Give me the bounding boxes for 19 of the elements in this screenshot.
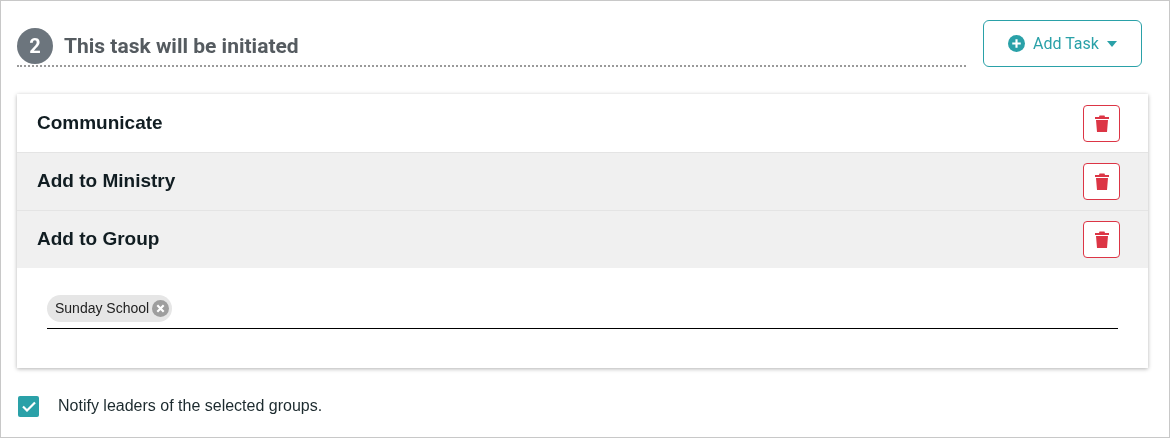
trash-icon bbox=[1094, 231, 1109, 248]
caret-icon bbox=[1106, 40, 1117, 47]
delete-button[interactable] bbox=[1083, 104, 1120, 142]
trash-icon bbox=[1094, 114, 1109, 132]
delete-button[interactable] bbox=[1083, 221, 1120, 258]
notify-label: Notify leaders of the selected groups. bbox=[58, 396, 323, 416]
remove-icon[interactable] bbox=[152, 300, 170, 317]
chip-label: Sunday School bbox=[55, 299, 150, 318]
group-field[interactable]: Sunday School bbox=[47, 295, 1118, 329]
section-title: This task will be initiated bbox=[64, 33, 299, 60]
task-name: Add to Group bbox=[37, 227, 161, 252]
plus-circle-icon bbox=[1008, 35, 1026, 52]
step-number: 2 bbox=[17, 28, 53, 64]
check-icon bbox=[21, 400, 36, 412]
task-name: Add to Ministry bbox=[37, 169, 177, 194]
notify-checkbox[interactable] bbox=[18, 395, 39, 417]
trash-icon bbox=[1094, 173, 1109, 190]
delete-button[interactable] bbox=[1083, 163, 1120, 200]
task-name: Communicate bbox=[37, 110, 164, 135]
